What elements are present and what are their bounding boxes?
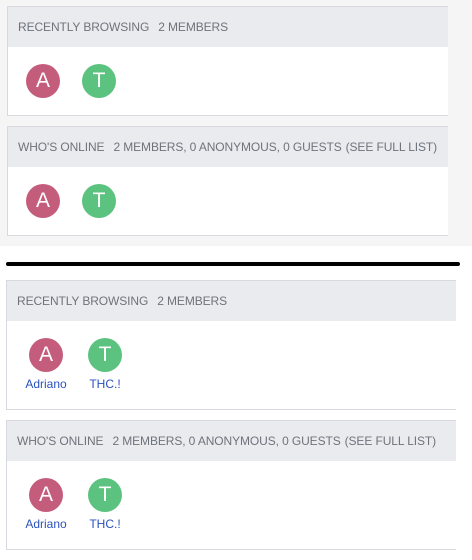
screenshot-after: RECENTLY BROWSING 2 MEMBERS A Adriano T …: [0, 270, 472, 560]
username-link[interactable]: THC.!: [81, 377, 129, 391]
block-title: RECENTLY BROWSING: [17, 294, 149, 308]
avatar-t[interactable]: T: [82, 184, 116, 218]
whos-online-block: WHO'S ONLINE 2 MEMBERS, 0 ANONYMOUS, 0 G…: [7, 126, 448, 236]
screenshot-before: RECENTLY BROWSING 2 MEMBERS A T WHO'S ON…: [0, 0, 472, 246]
username-link[interactable]: Adriano: [19, 377, 73, 391]
username-link[interactable]: Adriano: [19, 517, 73, 531]
avatar-a[interactable]: A: [29, 338, 63, 372]
member-count: 2 MEMBERS: [158, 20, 229, 34]
username-link[interactable]: THC.!: [81, 517, 129, 531]
block-title: RECENTLY BROWSING: [18, 20, 150, 34]
avatar-t[interactable]: T: [88, 338, 122, 372]
block-title: WHO'S ONLINE: [17, 434, 104, 448]
divider-line: [6, 262, 460, 266]
recently-browsing-header: RECENTLY BROWSING 2 MEMBERS: [7, 281, 456, 321]
member-count: 2 MEMBERS: [157, 294, 228, 308]
avatar-t[interactable]: T: [82, 64, 116, 98]
recently-browsing-header: RECENTLY BROWSING 2 MEMBERS: [8, 7, 448, 47]
see-full-list-link[interactable]: (SEE FULL LIST): [346, 140, 438, 154]
block-title: WHO'S ONLINE: [18, 140, 105, 154]
avatar-a[interactable]: A: [26, 184, 60, 218]
whos-online-block: WHO'S ONLINE 2 MEMBERS, 0 ANONYMOUS, 0 G…: [6, 420, 456, 550]
recently-browsing-block: RECENTLY BROWSING 2 MEMBERS A Adriano T …: [6, 280, 456, 410]
see-full-list-link[interactable]: (SEE FULL LIST): [345, 434, 437, 448]
avatar-a[interactable]: A: [26, 64, 60, 98]
online-count: 2 MEMBERS, 0 ANONYMOUS, 0 GUESTS: [113, 140, 342, 154]
avatar-a[interactable]: A: [29, 478, 63, 512]
whos-online-header: WHO'S ONLINE 2 MEMBERS, 0 ANONYMOUS, 0 G…: [7, 421, 456, 461]
whos-online-header: WHO'S ONLINE 2 MEMBERS, 0 ANONYMOUS, 0 G…: [8, 127, 448, 167]
online-count: 2 MEMBERS, 0 ANONYMOUS, 0 GUESTS: [112, 434, 341, 448]
avatar-t[interactable]: T: [88, 478, 122, 512]
recently-browsing-block: RECENTLY BROWSING 2 MEMBERS A T: [7, 6, 448, 116]
